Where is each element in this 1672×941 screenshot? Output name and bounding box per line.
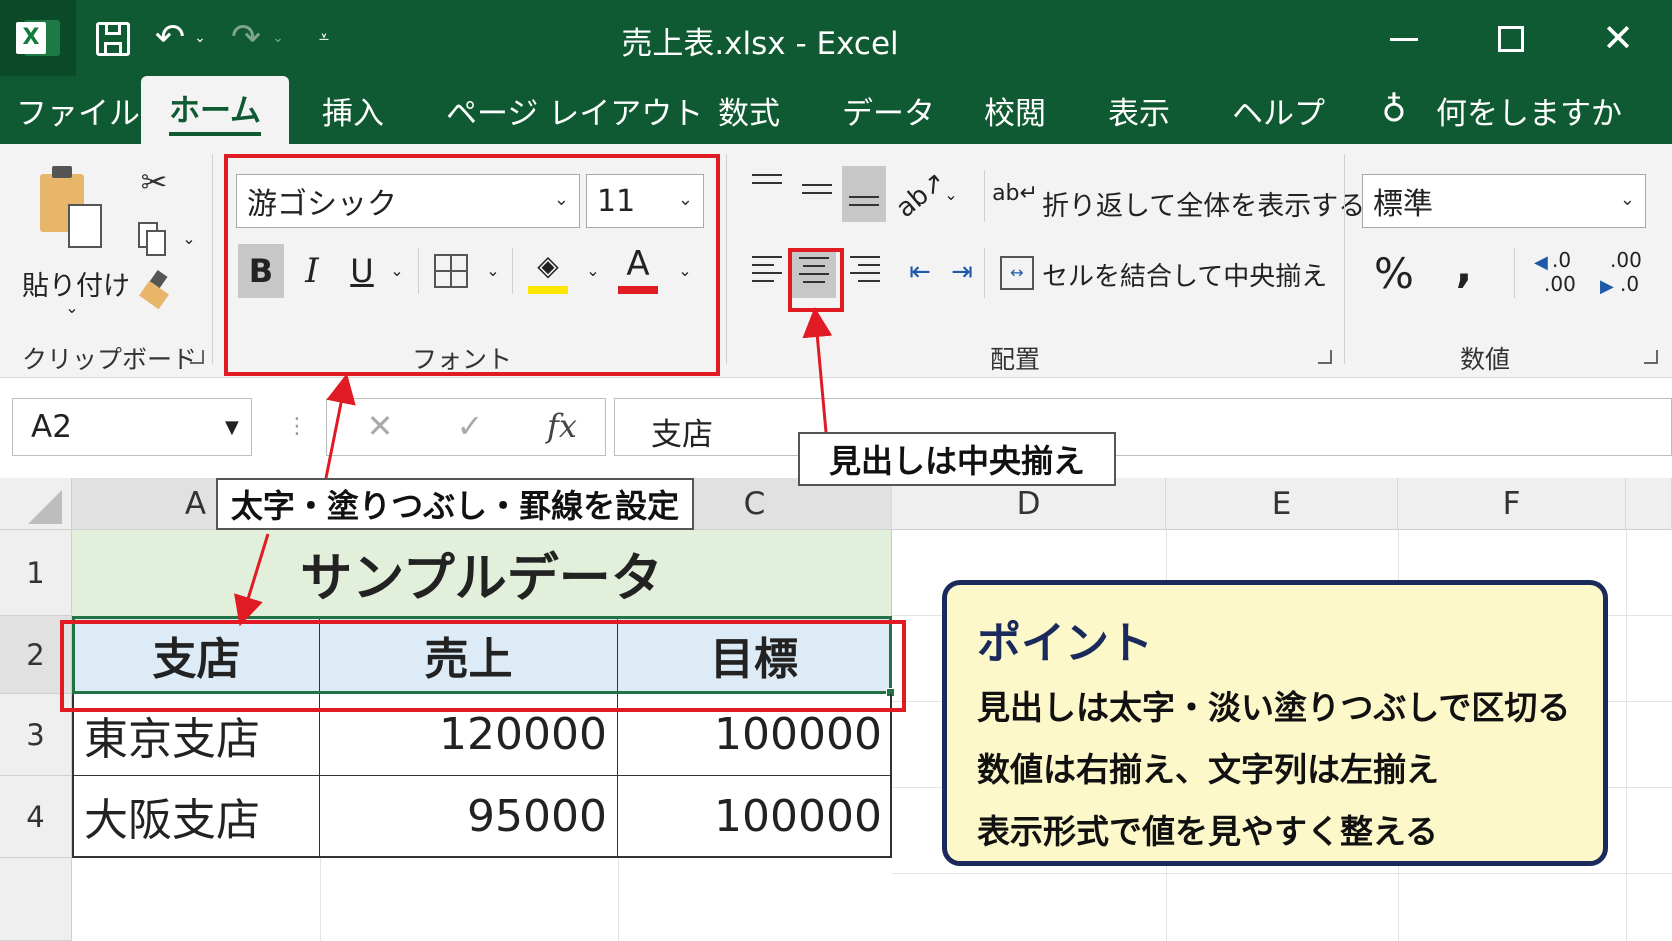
arrow-to-align-center xyxy=(802,307,833,433)
point-line-1: 見出しは太字・淡い塗りつぶしで区切る xyxy=(977,688,1571,727)
arrow-to-font-group xyxy=(324,373,356,479)
point-box: ポイント 見出しは太字・淡い塗りつぶしで区切る 数値は右揃え、文字列は左揃え 表… xyxy=(942,580,1608,866)
font-callout: 太字・塗りつぶし・罫線を設定 xyxy=(216,478,694,530)
point-title: ポイント xyxy=(977,618,1153,669)
point-line-3: 表示形式で値を見やすく整える xyxy=(977,812,1439,851)
arrow-to-header-row xyxy=(234,533,270,627)
align-callout: 見出しは中央揃え xyxy=(798,432,1116,486)
point-line-2: 数値は右揃え、文字列は左揃え xyxy=(977,750,1439,789)
